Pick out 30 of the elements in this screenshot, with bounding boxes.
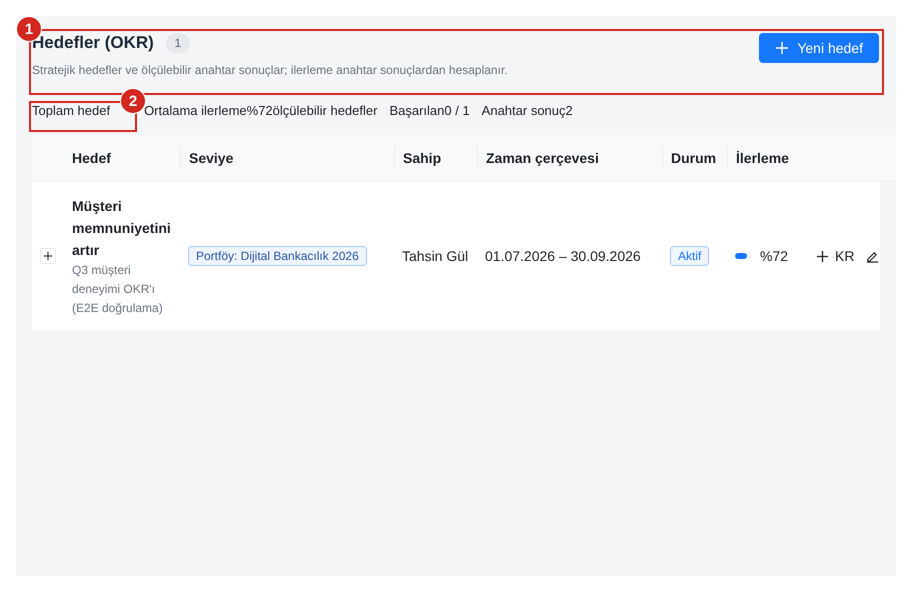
pencil-icon — [866, 250, 880, 262]
page-title: Hedefler (OKR) — [32, 33, 154, 53]
goal-title: Müşteri memnuniyetini artır — [72, 196, 172, 260]
summary-stat: Başarılan0 / 1 — [389, 103, 470, 118]
plus-icon — [775, 41, 790, 55]
goal-count: 1 — [166, 33, 190, 53]
progress-bar — [735, 253, 751, 259]
column-header: Hedef — [71, 149, 112, 168]
goal-description: Q3 müşteri deneyimi OKR'ı (E2E doğrulama) — [72, 262, 164, 316]
timeframe-cell-text: 01.07.2026 – 30.09.2026 — [484, 248, 642, 264]
owner-cell-text: Tahsin Gül — [401, 248, 470, 264]
edit-button[interactable] — [866, 250, 880, 262]
callout-number: 2 — [120, 88, 146, 114]
column-header: İlerleme — [727, 147, 798, 169]
column-header: Durum — [662, 147, 727, 169]
summary-stat: Toplam hedef — [32, 103, 112, 118]
add-kr-button[interactable]: KR — [816, 248, 854, 264]
expand-icon — [43, 251, 53, 261]
level-tag: Portföy: Dijital Bankacılık 2026 — [188, 246, 367, 266]
page-subtitle: Stratejik hedefler ve ölçülebilir anahtar sonuçlar; ilerleme anahtar sonuçlardan hesaplanır. — [32, 63, 508, 77]
column-header: Sahip — [394, 147, 477, 169]
column-header: Seviye — [180, 147, 394, 169]
plus-icon — [816, 250, 829, 262]
column-header: Zaman çerçevesi — [477, 147, 662, 169]
progress-reading: %72 — [760, 248, 788, 264]
status-tag: Aktif — [670, 246, 710, 266]
expand-button[interactable] — [40, 248, 56, 264]
new-goal-button[interactable]: Yeni hedef — [759, 33, 879, 63]
summary-stat: Ortalama ilerleme%72ölçülebilir hedefler — [144, 103, 378, 118]
summary-stat: Anahtar sonuç2 — [482, 103, 573, 118]
